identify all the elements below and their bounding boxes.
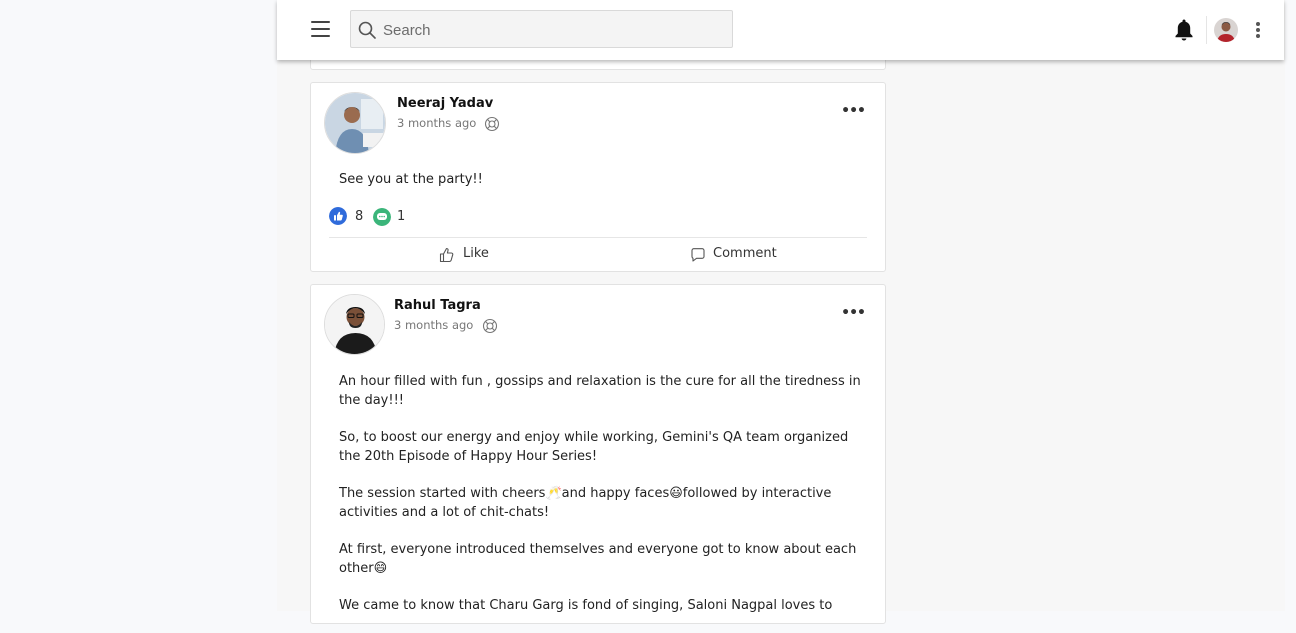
topbar-divider [1206,16,1207,44]
menu-icon[interactable] [310,19,332,39]
search-box[interactable] [350,10,733,48]
post-paragraph: An hour filled with fun , gossips and re… [339,374,861,408]
globe-icon [484,116,500,132]
post-paragraph: We came to know that Charu Garg is fond … [339,598,833,613]
search-input[interactable] [381,19,725,41]
globe-icon [482,318,498,334]
author-avatar[interactable] [324,294,385,355]
post-paragraph: So, to boost our energy and enjoy while … [339,430,849,464]
like-label: Like [463,246,489,261]
post-text: An hour filled with fun , gossips and re… [339,372,864,633]
post-time[interactable]: 3 months ago [397,116,476,130]
like-icon [439,247,454,263]
user-avatar[interactable] [1214,18,1238,42]
like-reaction-icon[interactable] [329,207,347,225]
like-count[interactable]: 8 [355,209,363,224]
like-button[interactable]: Like [439,246,489,263]
top-navigation-bar [277,0,1284,60]
comment-button[interactable]: Comment [690,246,777,262]
search-icon [358,21,376,39]
post-paragraph: The session started with cheers🥂and happ… [339,486,832,520]
more-options-icon[interactable]: ••• [841,305,866,321]
author-name[interactable]: Rahul Tagra [394,298,481,313]
post-card: Neeraj Yadav 3 months ago ••• See you at… [310,82,886,272]
more-options-icon[interactable]: ••• [841,103,866,119]
left-sidebar-area [0,0,277,611]
post-text: See you at the party!! [339,172,483,187]
post-action-bar: Like Comment [329,237,867,272]
comment-count[interactable]: 1 [397,209,405,224]
more-options-icon[interactable] [1255,22,1261,38]
comment-reaction-icon[interactable] [373,208,391,226]
post-time[interactable]: 3 months ago [394,318,473,332]
author-name[interactable]: Neeraj Yadav [397,96,493,111]
post-card: Rahul Tagra 3 months ago ••• An hour fil… [310,284,886,624]
author-avatar[interactable] [324,92,386,154]
comment-label: Comment [713,246,777,261]
comment-icon [691,248,705,262]
post-paragraph: At first, everyone introduced themselves… [339,542,857,576]
bell-icon[interactable] [1174,18,1194,42]
